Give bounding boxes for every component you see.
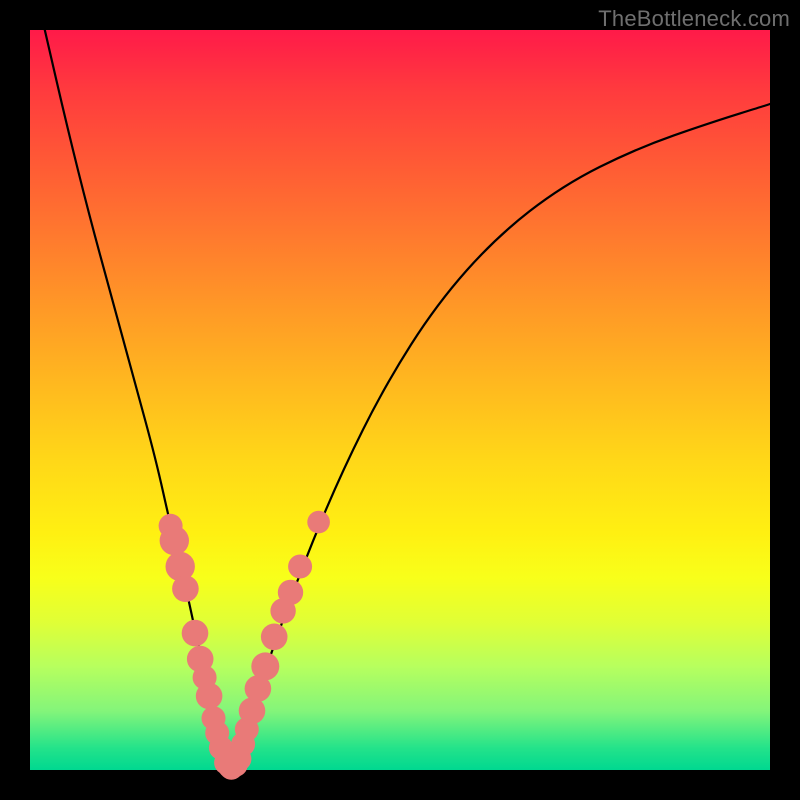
bottleneck-curve: [45, 30, 770, 766]
marker-dot: [172, 575, 199, 602]
marker-dot: [182, 620, 209, 647]
marker-dot: [261, 624, 288, 651]
marker-dot: [251, 652, 279, 680]
chart-svg: [30, 30, 770, 770]
marker-dot: [160, 526, 189, 555]
marker-dot: [239, 698, 266, 725]
marker-dot: [196, 683, 223, 710]
plot-area: [30, 30, 770, 770]
marker-dot: [307, 511, 330, 534]
marker-dot: [278, 580, 303, 605]
watermark-text: TheBottleneck.com: [598, 6, 790, 32]
marker-group: [159, 511, 330, 780]
marker-dot: [288, 555, 312, 579]
chart-frame: TheBottleneck.com: [0, 0, 800, 800]
